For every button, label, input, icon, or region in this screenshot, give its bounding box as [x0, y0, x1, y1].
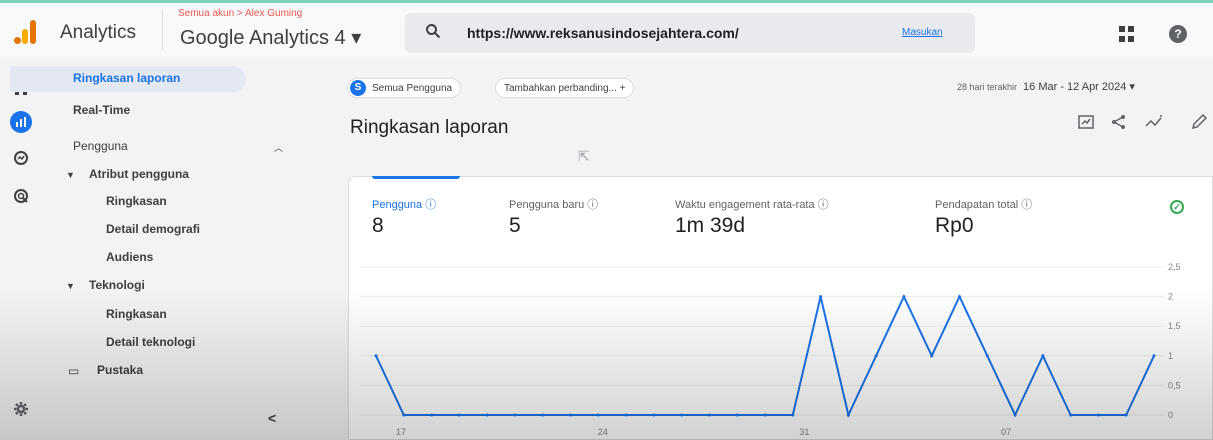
chart-data-point[interactable] [652, 413, 656, 417]
chart-data-point[interactable] [819, 295, 823, 299]
sidebar-item-detail-demografi[interactable]: Detail demografi [106, 222, 200, 236]
sidebar-item-detail-teknologi[interactable]: Detail teknologi [106, 335, 195, 349]
metric-engagement-value: 1m 39d [675, 214, 746, 237]
segment-chip[interactable]: S Semua Pengguna [347, 78, 462, 98]
settings-gear-icon[interactable] [10, 398, 32, 420]
metric-revenue-label[interactable]: Pendapatan total ⓘ [935, 196, 1032, 212]
chart-y-tick: 2 [1168, 292, 1173, 302]
date-range-picker[interactable]: 28 hari terakhir 16 Mar - 12 Apr 2024 ▾ [957, 80, 1135, 93]
chart-data-point[interactable] [846, 413, 850, 417]
chart-data-point[interactable] [513, 413, 517, 417]
check-circle-icon: ✓ [1170, 200, 1184, 214]
chart-data-point[interactable] [735, 413, 739, 417]
chart-x-tick: 17 [396, 427, 406, 437]
chart-data-point[interactable] [680, 413, 684, 417]
share-icon[interactable] [1110, 113, 1128, 136]
active-metric-indicator [372, 176, 460, 179]
chart-y-tick: 0,5 [1168, 380, 1181, 390]
metric-users-value: 8 [372, 214, 384, 237]
chart-data-point[interactable] [930, 354, 934, 358]
sidebar-item-pustaka[interactable]: Pustaka [97, 363, 143, 377]
search-box[interactable]: https://www.reksanusindosejahtera.com/ M… [405, 13, 975, 53]
add-comparison-label: Tambahkan perbanding... + [504, 82, 626, 94]
chevron-up-icon[interactable]: ︿ [274, 141, 283, 154]
chart-x-tick: 31 [799, 427, 809, 437]
chart-data-point[interactable] [624, 413, 628, 417]
segment-label: Semua Pengguna [372, 82, 453, 94]
chart-data-point[interactable] [902, 295, 906, 299]
chart-y-tick: 2,5 [1168, 262, 1181, 272]
sidebar-item-audiens[interactable]: Audiens [106, 250, 153, 264]
chart-data-point[interactable] [569, 413, 572, 417]
explore-icon[interactable] [10, 147, 32, 169]
customize-report-icon[interactable] [1077, 113, 1095, 136]
collapse-sidebar-icon[interactable]: < [268, 410, 276, 426]
chart-x-tick: 07 [1001, 427, 1011, 437]
mouse-cursor-icon: ⇱ [578, 148, 590, 164]
chart-data-point[interactable] [1096, 413, 1100, 417]
sidebar-item-realtime[interactable]: Real-Time [73, 103, 130, 117]
caret-down-icon[interactable]: ▼ [66, 281, 75, 291]
chart-data-point[interactable] [596, 413, 600, 417]
date-range-label: 28 hari terakhir [957, 82, 1018, 92]
insights-icon[interactable] [1144, 113, 1164, 136]
metric-revenue-value: Rp0 [935, 214, 974, 237]
search-icon [426, 24, 441, 39]
help-icon[interactable]: ? [1169, 25, 1187, 43]
analytics-logo[interactable] [12, 18, 38, 44]
metric-new-users-value: 5 [509, 214, 521, 237]
sidebar-item-label: Ringkasan laporan [73, 71, 181, 85]
chart-data-point[interactable] [985, 354, 989, 358]
chart-data-point[interactable] [1041, 354, 1045, 358]
segment-badge: S [350, 80, 366, 96]
chart-data-point[interactable] [1152, 354, 1156, 358]
caret-down-icon[interactable]: ▼ [66, 170, 75, 180]
sidebar-group-teknologi[interactable]: Teknologi [89, 278, 145, 292]
metric-users-label[interactable]: Pengguna ⓘ [372, 196, 436, 212]
chart-data-point[interactable] [1013, 413, 1017, 417]
app-title: Analytics [60, 22, 137, 43]
users-line-chart: 2,5 2 1,5 1 0,5 0 17 24 31 07 [360, 262, 1181, 437]
account-breadcrumb[interactable]: Semua akun > Alex Guming [178, 8, 302, 19]
chart-data-point[interactable] [1124, 413, 1128, 417]
sidebar-section-pengguna[interactable]: Pengguna [73, 139, 128, 153]
chart-data-point[interactable] [1069, 413, 1073, 417]
chart-data-point[interactable] [402, 413, 406, 417]
edit-pencil-icon[interactable] [1190, 113, 1208, 136]
metric-new-users-label[interactable]: Pengguna baru ⓘ [509, 196, 598, 212]
property-selector[interactable]: Google Analytics 4 ▾ [180, 25, 361, 50]
advertising-icon[interactable] [10, 185, 32, 207]
chart-y-tick: 0 [1168, 410, 1173, 420]
chart-data-point[interactable] [374, 354, 378, 358]
header-divider [162, 10, 163, 50]
chart-data-point[interactable] [541, 413, 545, 417]
chart-data-point[interactable] [707, 413, 711, 417]
reports-icon[interactable] [10, 111, 32, 133]
page-title: Ringkasan laporan [350, 117, 509, 138]
chart-x-tick: 24 [598, 427, 608, 437]
chart-y-tick: 1 [1168, 351, 1173, 361]
metric-engagement-label[interactable]: Waktu engagement rata-rata ⓘ [675, 196, 829, 212]
chart-data-point[interactable] [485, 413, 489, 417]
date-range-value: 16 Mar - 12 Apr 2024 ▾ [1023, 81, 1135, 93]
chart-data-point[interactable] [457, 413, 461, 417]
sidebar-group-atribut-pengguna[interactable]: Atribut pengguna [89, 167, 189, 181]
apps-grid-icon[interactable] [1119, 26, 1135, 42]
chart-data-point[interactable] [430, 413, 434, 417]
chart-data-point[interactable] [958, 295, 961, 299]
folder-icon: ▭ [68, 364, 80, 378]
search-submit-link[interactable]: Masukan [902, 27, 943, 38]
sidebar-item-ringkasan-atribut[interactable]: Ringkasan [106, 194, 167, 208]
add-comparison-button[interactable]: Tambahkan perbanding... + [495, 78, 635, 98]
chart-data-point[interactable] [874, 354, 878, 358]
sidebar-item-ringkasan-teknologi[interactable]: Ringkasan [106, 307, 167, 321]
search-input[interactable]: https://www.reksanusindosejahtera.com/ [467, 25, 739, 41]
chart-data-point[interactable] [763, 413, 767, 417]
chart-data-point[interactable] [791, 413, 795, 417]
chart-y-tick: 1,5 [1168, 321, 1181, 331]
